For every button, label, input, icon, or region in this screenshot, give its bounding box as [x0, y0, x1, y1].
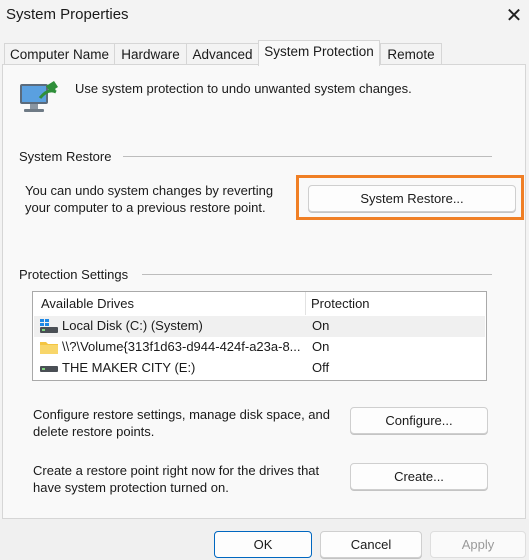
column-header-protection[interactable]: Protection [311, 296, 370, 311]
column-header-drives[interactable]: Available Drives [41, 296, 134, 311]
ok-button[interactable]: OK [214, 531, 312, 558]
intro-text: Use system protection to undo unwanted s… [75, 81, 412, 96]
tab-advanced[interactable]: Advanced [186, 43, 258, 65]
window-title: System Properties [6, 6, 129, 23]
cancel-button[interactable]: Cancel [320, 531, 422, 558]
create-button[interactable]: Create... [350, 463, 488, 490]
tab-hardware[interactable]: Hardware [114, 43, 186, 65]
apply-button[interactable]: Apply [430, 531, 526, 558]
create-description-line1: Create a restore point right now for the… [33, 463, 320, 478]
drive-name: Local Disk (C:) (System) [62, 318, 203, 333]
drives-list[interactable]: Available Drives Protection Local Disk (… [32, 291, 487, 381]
drive-name: THE MAKER CITY (E:) [62, 360, 196, 375]
configure-button[interactable]: Configure... [350, 407, 488, 434]
drive-icon [40, 366, 58, 372]
group-divider [123, 156, 492, 157]
group-divider [142, 274, 492, 275]
computer-shield-icon [20, 81, 58, 112]
system-restore-button[interactable]: System Restore... [308, 185, 516, 212]
drive-row[interactable]: \\?\Volume{313f1d63-d944-424f-a23a-8... … [34, 337, 485, 358]
create-description-line2: have system protection turned on. [33, 480, 229, 495]
tab-remote[interactable]: Remote [380, 43, 442, 65]
restore-description-line1: You can undo system changes by reverting [25, 183, 274, 198]
drive-protection: Off [312, 360, 330, 375]
configure-description-line2: delete restore points. [33, 424, 155, 439]
tab-system-protection[interactable]: System Protection [258, 40, 380, 66]
tab-computer-name[interactable]: Computer Name [4, 43, 114, 65]
drive-row[interactable]: THE MAKER CITY (E:) Off [34, 358, 485, 379]
drive-name: \\?\Volume{313f1d63-d944-424f-a23a-8... [62, 339, 301, 354]
protection-settings-group-label: Protection Settings [19, 267, 129, 282]
drive-protection: On [312, 318, 330, 333]
column-divider [305, 292, 306, 315]
close-icon[interactable]: ✕ [501, 3, 527, 27]
drive-protection: On [312, 339, 330, 354]
restore-description-line2: your computer to a previous restore poin… [25, 200, 266, 215]
configure-description-line1: Configure restore settings, manage disk … [33, 407, 331, 422]
windows-drive-icon [40, 319, 58, 333]
drive-row[interactable]: Local Disk (C:) (System) On [34, 316, 485, 337]
dialog-footer: OK Cancel Apply [0, 519, 529, 560]
system-restore-group-label: System Restore [19, 149, 112, 164]
folder-icon [40, 342, 58, 354]
